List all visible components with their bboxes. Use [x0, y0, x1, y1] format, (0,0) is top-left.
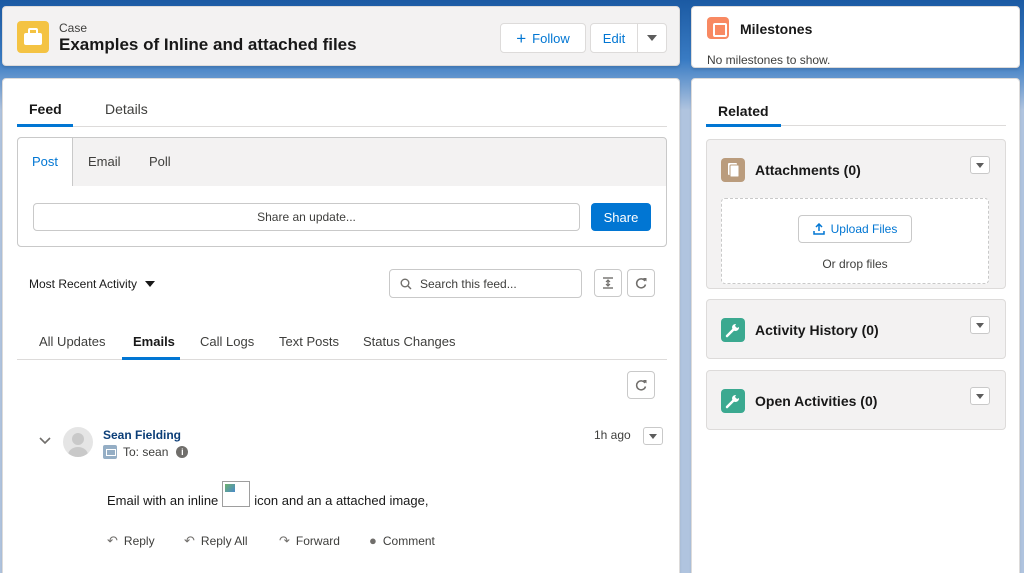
publisher-tabs: Post Email Poll: [18, 138, 666, 186]
tab-feed[interactable]: Feed: [29, 101, 62, 117]
milestones-panel: Milestones No milestones to show.: [691, 6, 1020, 68]
page-title: Examples of Inline and attached files: [59, 35, 357, 54]
feed-panel: Feed Details Post Email Poll Share an up…: [2, 78, 680, 573]
reply-icon: ↶: [107, 533, 118, 548]
feed-filter-tabs: All Updates Emails Call Logs Text Posts …: [17, 329, 667, 360]
activity-history-title[interactable]: Activity History (0): [755, 322, 879, 338]
author-link[interactable]: Sean Fielding: [103, 428, 181, 442]
upload-files-button[interactable]: Upload Files: [798, 215, 912, 243]
open-activities-section: Open Activities (0): [706, 370, 1006, 430]
chevron-down-icon: [649, 433, 657, 439]
forward-label: Forward: [295, 534, 340, 548]
feed-item-menu-button[interactable]: [643, 427, 663, 445]
active-tab-indicator: [122, 357, 180, 360]
milestones-empty-text: No milestones to show.: [707, 53, 831, 67]
milestone-icon: [707, 17, 729, 39]
active-tab-indicator: [17, 124, 73, 127]
follow-button[interactable]: + Follow: [500, 23, 586, 53]
active-tab-indicator: [706, 124, 781, 127]
filter-feed-button[interactable]: [594, 269, 622, 297]
to-label: To: sean: [123, 445, 169, 459]
reply-all-icon: ↶: [184, 533, 195, 548]
activity-history-header: Activity History (0): [707, 300, 1005, 358]
attachments-header: Attachments (0): [707, 140, 1005, 198]
upload-icon: [812, 223, 825, 235]
collapse-icon: [603, 277, 613, 289]
share-update-input[interactable]: Share an update...: [33, 203, 580, 231]
forward-button[interactable]: ↷ Forward: [279, 533, 340, 549]
search-icon: [400, 278, 412, 289]
edit-button[interactable]: Edit: [590, 23, 638, 53]
publisher-tab-email[interactable]: Email: [88, 138, 121, 186]
info-icon[interactable]: i: [176, 446, 189, 458]
record-type-label: Case: [59, 21, 88, 35]
comment-button[interactable]: ● Comment: [369, 533, 435, 548]
follow-label: Follow: [532, 30, 570, 46]
open-activities-menu-button[interactable]: [970, 387, 990, 405]
publisher: Post Email Poll Share an update... Share: [17, 137, 667, 247]
publisher-tab-poll[interactable]: Poll: [149, 138, 171, 186]
chevron-down-icon: [976, 393, 984, 399]
tab-related[interactable]: Related: [718, 103, 769, 119]
record-header: Case Examples of Inline and attached fil…: [2, 6, 680, 66]
publisher-tab-post[interactable]: Post: [18, 138, 74, 186]
comment-icon: ●: [369, 533, 377, 548]
file-drop-zone[interactable]: Upload Files Or drop files: [721, 198, 989, 284]
more-actions-button[interactable]: [637, 23, 667, 53]
wrench-icon: [721, 389, 745, 413]
search-placeholder: Search this feed...: [420, 276, 517, 291]
comment-label: Comment: [382, 533, 435, 548]
forward-icon: ↷: [279, 533, 290, 548]
plus-icon: +: [516, 28, 527, 48]
share-button[interactable]: Share: [591, 203, 651, 231]
email-recipients: To: sean i: [103, 445, 189, 459]
avatar[interactable]: [63, 427, 93, 457]
attachment-icon: [721, 158, 745, 182]
open-activities-title[interactable]: Open Activities (0): [755, 393, 877, 409]
wrench-icon: [721, 318, 745, 342]
reply-all-button[interactable]: ↶ Reply All: [184, 533, 248, 549]
reply-button[interactable]: ↶ Reply: [107, 533, 155, 549]
attachments-title[interactable]: Attachments (0): [755, 162, 861, 178]
sort-label: Most Recent Activity: [29, 277, 138, 291]
activity-history-menu-button[interactable]: [970, 316, 990, 334]
tab-status-changes[interactable]: Status Changes: [363, 334, 456, 349]
milestones-title: Milestones: [740, 21, 813, 37]
attachments-section: Attachments (0) Upload Files Or drop fil…: [706, 139, 1006, 289]
email-body: Email with an inline icon and an a attac…: [107, 481, 429, 513]
open-activities-header: Open Activities (0): [707, 371, 1005, 429]
record-tabs: Feed Details: [17, 95, 667, 127]
drop-files-text: Or drop files: [822, 257, 888, 271]
feed-search-input[interactable]: Search this feed...: [389, 269, 582, 298]
tab-emails[interactable]: Emails: [133, 334, 175, 349]
broken-image-icon: [222, 481, 251, 507]
email-icon: [103, 445, 117, 459]
related-panel: Related Attachments (0) Upload Files Or …: [691, 78, 1020, 573]
upload-files-label: Upload Files: [830, 222, 898, 236]
refresh-icon: [635, 380, 647, 391]
timestamp[interactable]: 1h ago: [594, 428, 631, 442]
chevron-down-icon: [647, 35, 657, 41]
email-body-text-end: icon and an a attached image,: [254, 492, 429, 508]
chevron-down-icon: [976, 322, 984, 328]
tab-details[interactable]: Details: [105, 101, 148, 117]
attachments-menu-button[interactable]: [970, 156, 990, 174]
caret-down-icon: [145, 281, 156, 287]
reply-label: Reply: [123, 534, 155, 548]
tab-call-logs[interactable]: Call Logs: [200, 334, 254, 349]
sort-dropdown[interactable]: Most Recent Activity: [29, 277, 156, 291]
email-body-text-start: Email with an inline: [107, 492, 219, 508]
refresh-feed-button[interactable]: [627, 371, 655, 399]
case-icon: [17, 21, 49, 53]
reply-all-label: Reply All: [200, 534, 248, 548]
activity-history-section: Activity History (0): [706, 299, 1006, 359]
tab-text-posts[interactable]: Text Posts: [279, 334, 339, 349]
publisher-body: Share an update... Share: [18, 186, 666, 246]
chevron-down-icon: [976, 162, 984, 168]
refresh-button[interactable]: [627, 269, 655, 297]
chevron-down-icon[interactable]: [39, 437, 51, 445]
tab-all-updates[interactable]: All Updates: [39, 334, 105, 349]
refresh-icon: [635, 278, 647, 289]
